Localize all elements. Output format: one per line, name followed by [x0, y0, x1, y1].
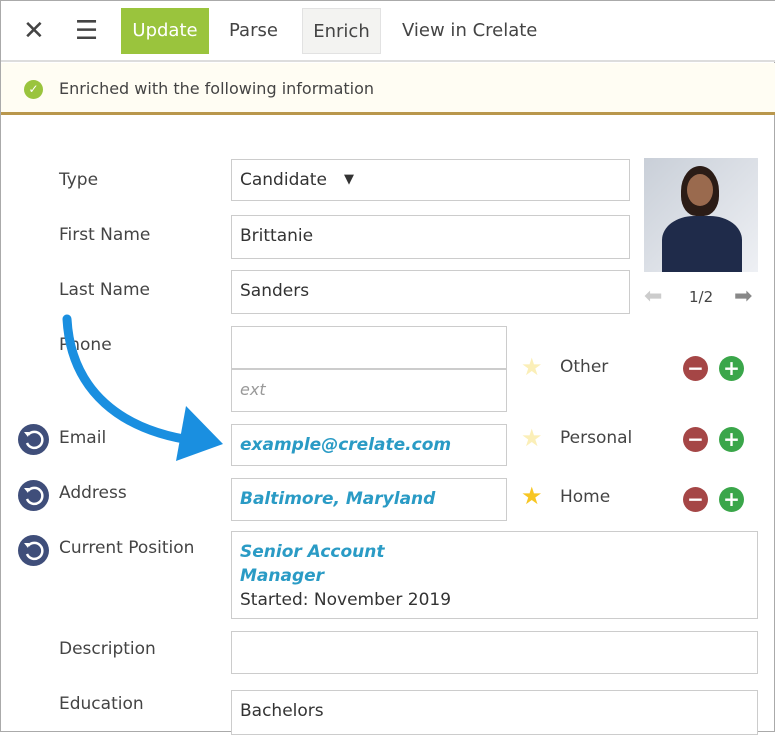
annotation-arrow-icon [62, 314, 223, 461]
